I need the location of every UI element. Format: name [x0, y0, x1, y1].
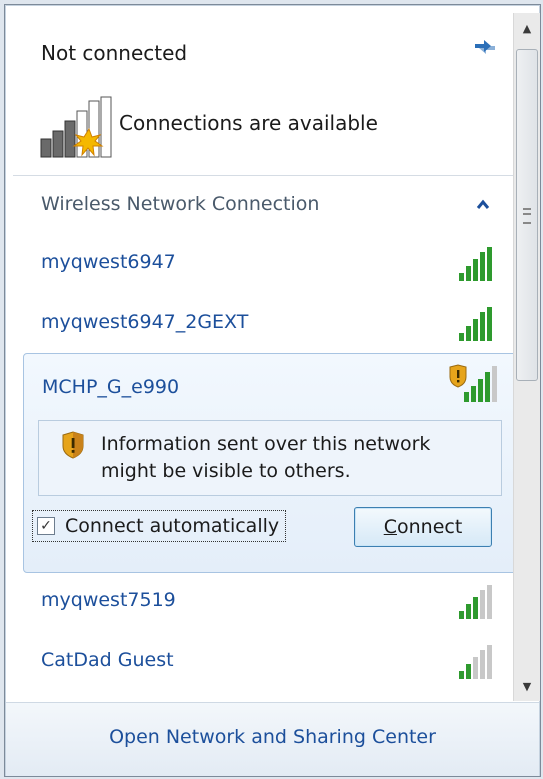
chevron-up-icon[interactable] [476, 198, 490, 210]
network-name[interactable]: myqwest6947 [41, 251, 176, 273]
connection-status: Not connected [41, 41, 188, 65]
signal-strength-icon [459, 645, 492, 679]
scroll-thumb[interactable] [516, 49, 538, 381]
signal-starburst-icon [40, 96, 112, 158]
signal-strength-icon [459, 247, 492, 281]
scroll-down-button[interactable]: ▼ [514, 671, 540, 701]
connect-button-access-key: C [383, 516, 397, 538]
network-item[interactable]: CatDad Guest [13, 635, 513, 691]
connections-available-text: Connections are available [119, 111, 378, 135]
shield-warning-icon [62, 431, 84, 459]
signal-bar [487, 585, 492, 619]
signal-bar [459, 273, 464, 281]
signal-bar [487, 247, 492, 281]
signal-bar [466, 266, 471, 281]
signal-bar [480, 252, 485, 281]
signal-bar [473, 597, 478, 619]
connect-automatically-checkbox[interactable]: ✓ Connect automatically [32, 510, 287, 542]
signal-bar [473, 259, 478, 281]
signal-strength-icon [459, 585, 492, 619]
security-warning: Information sent over this network might… [38, 420, 502, 496]
signal-bar [480, 590, 485, 619]
open-network-sharing-center-link[interactable]: Open Network and Sharing Center [6, 726, 539, 748]
connect-automatically-label[interactable]: Connect automatically [65, 515, 279, 537]
signal-bar [466, 326, 471, 341]
signal-strength-icon [449, 364, 497, 402]
signal-bar [473, 657, 478, 679]
checkbox[interactable]: ✓ [37, 517, 55, 535]
network-item[interactable]: myqwest6947_2GEXT [13, 297, 513, 353]
network-item[interactable]: myqwest6947 [13, 237, 513, 293]
signal-bar [473, 319, 478, 341]
signal-bar [487, 307, 492, 341]
network-item-expanded[interactable]: MCHP_G_e990 Information sent over this n… [23, 353, 513, 573]
network-item[interactable]: myqwest7519 [13, 575, 513, 631]
signal-bar [487, 645, 492, 679]
flyout-content: Not connected Connections are available … [13, 13, 513, 701]
network-name[interactable]: MCHP_G_e990 [42, 376, 179, 398]
network-name[interactable]: myqwest6947_2GEXT [41, 311, 248, 333]
network-name[interactable]: myqwest7519 [41, 589, 176, 611]
footer: Open Network and Sharing Center [6, 702, 539, 776]
connect-button[interactable]: Connect [354, 507, 492, 547]
section-title[interactable]: Wireless Network Connection [41, 193, 319, 215]
signal-bar [459, 611, 464, 619]
signal-bar [466, 664, 471, 679]
signal-bar [459, 671, 464, 679]
scrollbar[interactable]: ▲ ▼ [513, 13, 540, 701]
network-flyout: Not connected Connections are available … [4, 4, 541, 777]
refresh-icon[interactable] [472, 35, 498, 59]
divider [13, 175, 513, 176]
signal-strength-icon [459, 307, 492, 341]
signal-bar [466, 604, 471, 619]
signal-bar [480, 650, 485, 679]
network-name[interactable]: CatDad Guest [41, 649, 174, 671]
signal-bar [459, 333, 464, 341]
scroll-up-button[interactable]: ▲ [514, 13, 540, 43]
warning-text: Information sent over this network might… [101, 433, 431, 482]
grip-icon [523, 208, 531, 224]
signal-bar [480, 312, 485, 341]
connect-button-label: onnect [396, 516, 463, 538]
